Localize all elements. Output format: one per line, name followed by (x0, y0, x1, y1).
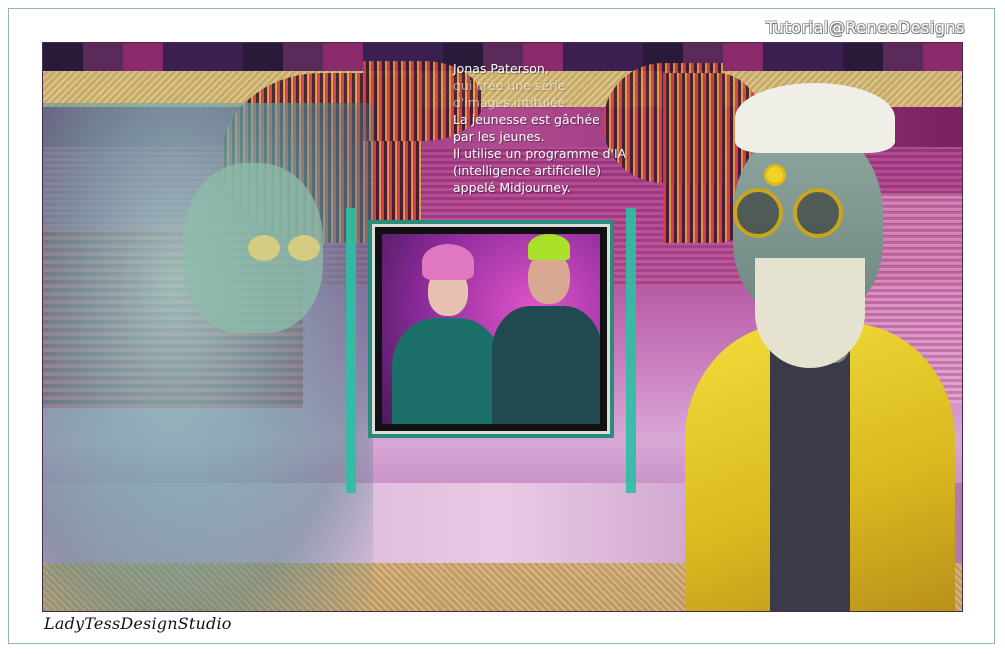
ghost-glasses (248, 235, 330, 261)
round-glasses-icon (727, 188, 877, 238)
poem-text: Jonas Paterson, qui crée une série d'ima… (453, 60, 633, 196)
young-man-figure (492, 234, 600, 424)
dark-shirt (770, 343, 850, 611)
poem-line: appelé Midjourney. (453, 180, 571, 195)
young-man-hair (528, 234, 570, 260)
artwork-canvas: Jonas Paterson, qui crée une série d'ima… (42, 42, 963, 612)
couple-photo (382, 234, 600, 424)
framed-photo (368, 220, 614, 438)
teal-bracket-left (346, 208, 356, 493)
poem-line: Jonas Paterson, (453, 61, 549, 76)
young-man-coat (492, 306, 600, 424)
poem-line: par les jeunes. (453, 129, 545, 144)
woman-figure (392, 244, 502, 424)
white-beard (755, 258, 865, 368)
ghost-figure-left (43, 103, 373, 611)
woman-coat (392, 318, 502, 424)
poem-line: Il utilise un programme d'IA (453, 146, 627, 161)
poem-line: (intelligence artificielle) (453, 163, 601, 178)
white-hair (735, 83, 895, 153)
old-man-figure (675, 73, 962, 611)
teal-bracket-right (626, 208, 636, 493)
poem-line: La jeunesse est gâchée (453, 112, 600, 127)
poem-line: qui crée une série (453, 78, 566, 93)
woman-hair (422, 244, 474, 280)
flower-icon (767, 167, 783, 183)
watermark-text: Tutorial@ReneeDesigns (766, 18, 965, 37)
poem-line: d'images intitulée : (453, 95, 574, 110)
artist-signature: LadyTessDesignStudio (44, 614, 232, 633)
